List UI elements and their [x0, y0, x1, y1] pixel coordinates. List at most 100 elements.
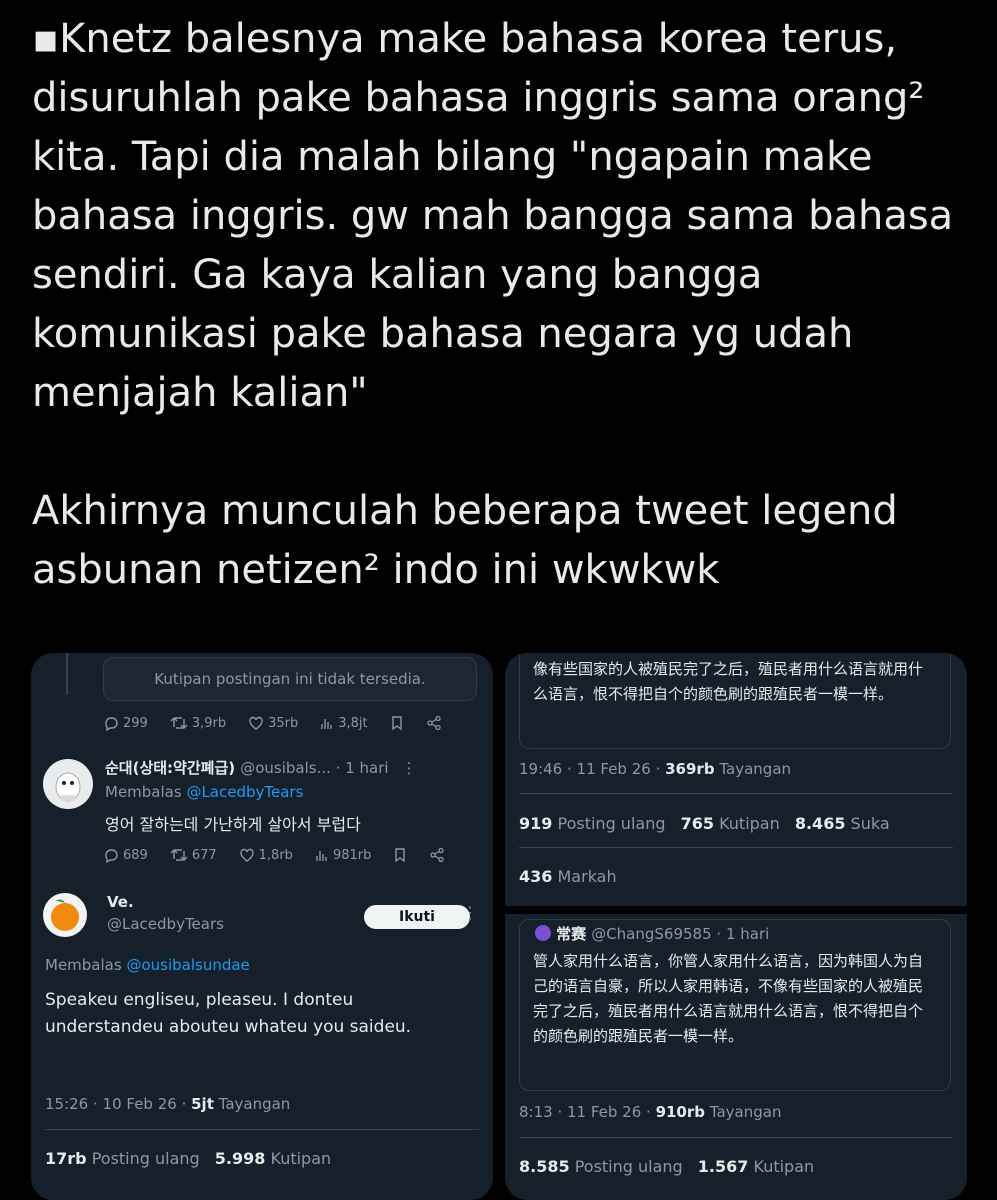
- views-icon: [316, 851, 327, 861]
- reply-count: 689: [123, 847, 148, 863]
- character-avatar-icon: [55, 772, 81, 802]
- views-label: Tayangan: [218, 1095, 291, 1113]
- tweet-text: Speakeu engliseu, pleaseu. I donteu unde…: [45, 990, 412, 1037]
- intro-paragraph-2: Akhirnya munculah beberapa tweet legend …: [32, 488, 898, 593]
- reposts-count: 919: [519, 814, 553, 833]
- views-label: Tayangan: [709, 1103, 782, 1121]
- tweet-actions-row: 299 3,9rb 35rb 3,8jt: [103, 715, 464, 731]
- like-count: 1,8rb: [258, 847, 293, 863]
- bookmarks-count: 436: [519, 867, 553, 886]
- display-name[interactable]: 순대(상태:약간폐급): [105, 759, 235, 777]
- share-icon: [426, 715, 441, 731]
- quotes-label: Kutipan: [753, 1157, 815, 1176]
- likes-stat[interactable]: 8.465 Suka: [795, 814, 890, 833]
- reposts-count: 17rb: [45, 1149, 87, 1168]
- reply-header: 常赛 @ChangS69585 · 1 hari: [535, 923, 769, 944]
- quotes-count: 1.567: [697, 1157, 749, 1176]
- reposts-label: Posting ulang: [91, 1149, 200, 1168]
- like-button[interactable]: 1,8rb: [239, 847, 293, 863]
- handle[interactable]: @LacedbyTears: [107, 915, 224, 933]
- heart-icon: [239, 848, 254, 862]
- intro-paragraph-1: ▪Knetz balesnya make bahasa korea terus,…: [32, 16, 954, 416]
- bookmarks-stat[interactable]: 436 Markah: [519, 867, 617, 886]
- avatar[interactable]: [535, 925, 551, 941]
- views-button[interactable]: 981rb: [315, 847, 371, 863]
- reply-text: 영어 잘하는데 가난하게 살아서 부럽다: [105, 815, 361, 834]
- views-count: 910rb: [655, 1103, 706, 1121]
- reposts-stat[interactable]: 8.585 Posting ulang: [519, 1157, 683, 1176]
- quotes-stat[interactable]: 765 Kutipan: [681, 814, 780, 833]
- reposts-label: Posting ulang: [574, 1157, 683, 1176]
- quotes-stat[interactable]: 1.567 Kutipan: [698, 1157, 814, 1176]
- views-count: 981rb: [332, 847, 372, 863]
- likes-label: Suka: [850, 814, 890, 833]
- like-count: 35rb: [268, 715, 299, 731]
- views-label: Tayangan: [719, 760, 792, 778]
- views-count: 3,8jt: [338, 715, 368, 731]
- repost-button[interactable]: 677: [170, 847, 217, 863]
- reposts-count: 8.585: [519, 1157, 570, 1176]
- bookmarks-label: Markah: [557, 867, 617, 886]
- repost-count: 3,9rb: [191, 715, 227, 731]
- display-name[interactable]: 常赛: [556, 925, 586, 943]
- replying-label: Membalas: [105, 783, 182, 801]
- avatar[interactable]: [43, 893, 87, 937]
- tweet-stats: 8.585 Posting ulang 1.567 Kutipan: [519, 1157, 814, 1176]
- more-icon[interactable]: ⋮: [462, 903, 478, 922]
- tweet-text: 像有些国家的人被殖民完了之后，殖民者用什么语言就用什么语言，恨不得把自个的颜色刷…: [533, 660, 924, 703]
- share-button[interactable]: [429, 847, 445, 863]
- tweet-timestamp: 19:46 · 11 Feb 26 ·: [519, 760, 666, 778]
- views-button[interactable]: 3,8jt: [320, 715, 368, 731]
- likes-count: 8.465: [794, 814, 846, 833]
- divider: [519, 847, 953, 848]
- bookmark-button[interactable]: [390, 715, 404, 731]
- divider: [519, 793, 953, 794]
- reply-count: 299: [123, 715, 148, 731]
- panel-separator: [505, 906, 967, 914]
- bookmark-button[interactable]: [393, 847, 407, 863]
- views-count: 5jt: [191, 1095, 214, 1113]
- reposts-label: Posting ulang: [557, 814, 666, 833]
- tweet-stats: 17rb Posting ulang 5.998 Kutipan: [45, 1149, 331, 1168]
- tweet-stats: 919 Posting ulang 765 Kutipan 8.465 Suka: [519, 814, 890, 833]
- share-button[interactable]: [426, 715, 442, 731]
- divider: [519, 1137, 953, 1138]
- replying-handle-link[interactable]: @ousibalsundae: [126, 956, 249, 974]
- tweet-meta: 19:46 · 11 Feb 26 · 369rb Tayangan: [519, 760, 791, 778]
- repost-count: 677: [191, 847, 217, 863]
- avatar[interactable]: [43, 759, 93, 809]
- reposts-stat[interactable]: 17rb Posting ulang: [45, 1149, 200, 1168]
- repost-icon: [170, 717, 188, 729]
- reposts-stat[interactable]: 919 Posting ulang: [519, 814, 666, 833]
- reply-icon: [105, 717, 118, 731]
- right-screenshot-panel: 像有些国家的人被殖民完了之后，殖民者用什么语言就用什么语言，恨不得把自个的颜色刷…: [505, 653, 967, 1200]
- tweet-timestamp: 8:13 · 11 Feb 26 ·: [519, 1103, 656, 1121]
- replying-handle-link[interactable]: @LacedbyTears: [186, 783, 303, 801]
- replying-label: Membalas: [45, 956, 122, 974]
- orange-avatar-icon: [51, 899, 79, 931]
- quotes-count: 765: [680, 814, 714, 833]
- reply-button[interactable]: 299: [103, 715, 148, 731]
- follow-button[interactable]: Ikuti: [364, 905, 470, 929]
- divider: [45, 1129, 479, 1130]
- reply-icon: [105, 849, 118, 863]
- handle-time: @ousibals... · 1 hari: [240, 759, 389, 777]
- heart-icon: [249, 716, 263, 730]
- tweet-text: 管人家用什么语言，你管人家用什么语言，因为韩国人为自己的语言自豪，所以人家用韩语…: [533, 952, 924, 1045]
- share-icon: [430, 847, 445, 863]
- display-name[interactable]: Ve.: [107, 893, 134, 911]
- quotes-stat[interactable]: 5.998 Kutipan: [215, 1149, 331, 1168]
- quote-unavailable-box: Kutipan postingan ini tidak tersedia.: [103, 657, 477, 701]
- views-count: 369rb: [665, 760, 715, 778]
- tweet-meta: 15:26 · 10 Feb 26 · 5jt Tayangan: [45, 1095, 290, 1113]
- more-icon[interactable]: ⋮: [402, 759, 417, 777]
- replying-to: Membalas @ousibalsundae: [45, 956, 250, 974]
- handle-time: @ChangS69585 · 1 hari: [591, 925, 770, 943]
- quotes-count: 5.998: [214, 1149, 266, 1168]
- repost-button[interactable]: 3,9rb: [170, 715, 226, 731]
- like-button[interactable]: 35rb: [248, 715, 298, 731]
- tweet-meta: 8:13 · 11 Feb 26 · 910rb Tayangan: [519, 1103, 781, 1121]
- bookmark-icon: [395, 848, 406, 863]
- reply-button[interactable]: 689: [103, 847, 148, 863]
- intro-text: ▪Knetz balesnya make bahasa korea terus,…: [32, 10, 977, 600]
